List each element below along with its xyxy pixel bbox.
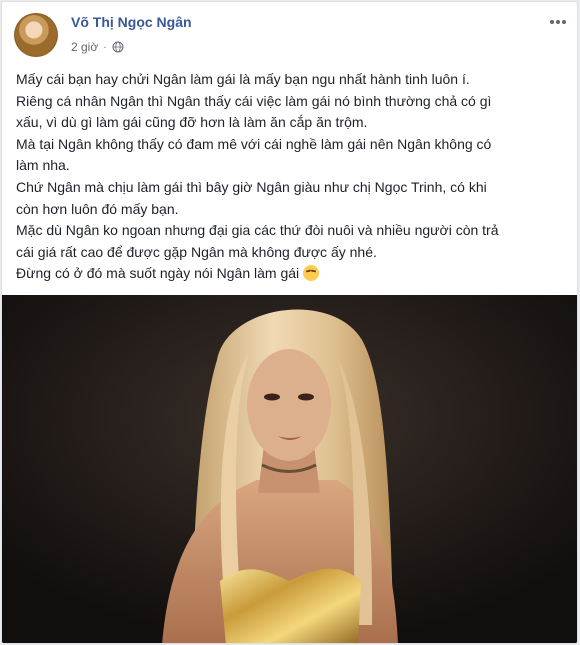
post-meta: 2 giờ · [71, 39, 124, 55]
post-line: còn hơn luôn đó mấy bạn. [16, 200, 179, 217]
post-line: Mặc dù Ngân ko ngoan nhưng đại gia các t… [16, 222, 499, 239]
post-line: Mà tại Ngân không thấy có đam mê với cái… [16, 135, 492, 152]
more-options-button[interactable] [546, 14, 570, 30]
relieved-face-emoji [303, 265, 320, 282]
post-time[interactable]: 2 giờ [71, 40, 98, 54]
post-line: Mấy cái bạn hay chửi Ngân làm gái là mấy… [16, 71, 470, 87]
post-header: Võ Thị Ngọc Ngân 2 giờ · [2, 2, 577, 64]
post-line: làm nha. [16, 157, 70, 174]
avatar[interactable] [14, 13, 58, 57]
post-line: xấu, vì dù gì làm gái cũng đỡ hơn là làm… [16, 114, 368, 131]
post-line-last: Đừng có ở đó mà suốt ngày nói Ngân làm g… [16, 263, 569, 285]
portrait-photo [2, 295, 577, 643]
post-text: Mấy cái bạn hay chửi Ngân làm gái là mấy… [16, 69, 569, 285]
meta-separator: · [103, 41, 107, 53]
more-horizontal-icon [550, 20, 566, 24]
post-line: Chứ Ngân mà chịu làm gái thì bây giờ Ngâ… [16, 178, 487, 195]
post-photo[interactable] [2, 295, 577, 643]
post-line: Riêng cá nhân Ngân thì Ngân thấy cái việ… [16, 92, 492, 109]
post-line: cái giá rất cao để được gặp Ngân mà khôn… [16, 243, 377, 260]
author-name[interactable]: Võ Thị Ngọc Ngân [71, 14, 192, 30]
facebook-post: Võ Thị Ngọc Ngân 2 giờ · Mấy cái bạn hay… [1, 1, 578, 644]
post-line-last-text: Đừng có ở đó mà suốt ngày nói Ngân làm g… [16, 265, 300, 282]
globe-icon[interactable] [112, 41, 124, 53]
